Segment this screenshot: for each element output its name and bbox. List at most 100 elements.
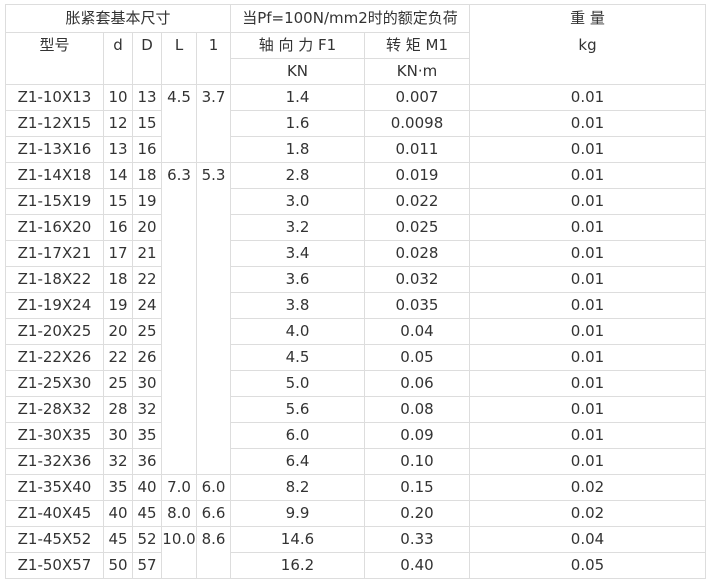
L-cell: 8.0 (161, 500, 197, 527)
axial-force-cell: 9.9 (230, 500, 365, 527)
d-cell: 45 (103, 526, 133, 553)
model-cell: Z1-16X20 (5, 214, 104, 241)
torque-cell: 0.40 (364, 552, 470, 579)
weight-cell: 0.01 (469, 292, 706, 319)
table-row: Z1-22X26 22 26 4.5 0.05 0.01 (5, 344, 706, 371)
l-cell: 6.6 (196, 500, 231, 527)
model-cell: Z1-40X45 (5, 500, 104, 527)
d-cell: 19 (103, 292, 133, 319)
L-cell: 4.5 (161, 84, 197, 163)
model-cell: Z1-35X40 (5, 474, 104, 501)
d-cell: 20 (103, 318, 133, 345)
model-cell: Z1-22X26 (5, 344, 104, 371)
header-weight: 重 量 (570, 9, 605, 27)
D-cell: 16 (132, 136, 162, 163)
D-cell: 36 (132, 448, 162, 475)
header-torque-unit: KN·m (364, 58, 470, 85)
table-row: Z1-28X32 28 32 5.6 0.08 0.01 (5, 396, 706, 423)
table-row: Z1-25X30 25 30 5.0 0.06 0.01 (5, 370, 706, 397)
header-D: D (132, 32, 162, 85)
d-cell: 25 (103, 370, 133, 397)
D-cell: 15 (132, 110, 162, 137)
axial-force-cell: 8.2 (230, 474, 365, 501)
header-row-1: 胀紧套基本尺寸 当Pf=100N/mm2时的额定负荷 重 量 kg (5, 4, 706, 85)
D-cell: 57 (132, 552, 162, 579)
D-cell: 19 (132, 188, 162, 215)
header-axial-force: 轴 向 力 F1 (230, 32, 365, 59)
axial-force-cell: 5.0 (230, 370, 365, 397)
torque-cell: 0.022 (364, 188, 470, 215)
weight-cell: 0.01 (469, 448, 706, 475)
L-cell: 6.3 (161, 162, 197, 475)
table-row: Z1-17X21 17 21 3.4 0.028 0.01 (5, 240, 706, 267)
D-cell: 30 (132, 370, 162, 397)
d-cell: 50 (103, 552, 133, 579)
d-cell: 30 (103, 422, 133, 449)
model-cell: Z1-12X15 (5, 110, 104, 137)
header-l: 1 (196, 32, 231, 85)
axial-force-cell: 14.6 (230, 526, 365, 553)
axial-force-cell: 3.4 (230, 240, 365, 267)
torque-cell: 0.15 (364, 474, 470, 501)
torque-cell: 0.007 (364, 84, 470, 111)
d-cell: 35 (103, 474, 133, 501)
D-cell: 21 (132, 240, 162, 267)
axial-force-cell: 1.4 (230, 84, 365, 111)
model-cell: Z1-50X57 (5, 552, 104, 579)
torque-cell: 0.035 (364, 292, 470, 319)
d-cell: 10 (103, 84, 133, 111)
model-cell: Z1-20X25 (5, 318, 104, 345)
table-row: Z1-19X24 19 24 3.8 0.035 0.01 (5, 292, 706, 319)
weight-cell: 0.01 (469, 188, 706, 215)
l-cell: 3.7 (196, 84, 231, 163)
table-body: 胀紧套基本尺寸 当Pf=100N/mm2时的额定负荷 重 量 kg 型号 d D… (5, 4, 706, 579)
table-row: Z1-30X35 30 35 6.0 0.09 0.01 (5, 422, 706, 449)
axial-force-cell: 2.8 (230, 162, 365, 189)
D-cell: 32 (132, 396, 162, 423)
weight-cell: 0.01 (469, 266, 706, 293)
l-cell: 5.3 (196, 162, 231, 475)
model-cell: Z1-10X13 (5, 84, 104, 111)
table-row: Z1-12X15 12 15 1.6 0.0098 0.01 (5, 110, 706, 137)
torque-cell: 0.04 (364, 318, 470, 345)
model-cell: Z1-18X22 (5, 266, 104, 293)
weight-cell: 0.01 (469, 370, 706, 397)
d-cell: 22 (103, 344, 133, 371)
axial-force-cell: 1.8 (230, 136, 365, 163)
table-row: Z1-20X25 20 25 4.0 0.04 0.01 (5, 318, 706, 345)
d-cell: 32 (103, 448, 133, 475)
axial-force-cell: 16.2 (230, 552, 365, 579)
table-row: Z1-50X57 50 57 16.2 0.40 0.05 (5, 552, 706, 579)
model-cell: Z1-25X30 (5, 370, 104, 397)
header-group-dimensions: 胀紧套基本尺寸 (5, 4, 231, 33)
d-cell: 15 (103, 188, 133, 215)
weight-cell: 0.01 (469, 136, 706, 163)
L-cell: 10.0 (161, 526, 197, 579)
d-cell: 28 (103, 396, 133, 423)
D-cell: 40 (132, 474, 162, 501)
header-axial-force-unit: KN (230, 58, 365, 85)
weight-cell: 0.01 (469, 344, 706, 371)
axial-force-cell: 5.6 (230, 396, 365, 423)
model-cell: Z1-13X16 (5, 136, 104, 163)
weight-cell: 0.01 (469, 422, 706, 449)
D-cell: 24 (132, 292, 162, 319)
axial-force-cell: 4.5 (230, 344, 365, 371)
D-cell: 18 (132, 162, 162, 189)
D-cell: 22 (132, 266, 162, 293)
model-cell: Z1-14X18 (5, 162, 104, 189)
weight-cell: 0.01 (469, 162, 706, 189)
axial-force-cell: 1.6 (230, 110, 365, 137)
model-cell: Z1-17X21 (5, 240, 104, 267)
torque-cell: 0.019 (364, 162, 470, 189)
d-cell: 17 (103, 240, 133, 267)
table-row: Z1-40X45 40 45 8.0 6.6 9.9 0.20 0.02 (5, 500, 706, 527)
torque-cell: 0.028 (364, 240, 470, 267)
d-cell: 13 (103, 136, 133, 163)
model-cell: Z1-19X24 (5, 292, 104, 319)
D-cell: 45 (132, 500, 162, 527)
d-cell: 14 (103, 162, 133, 189)
d-cell: 16 (103, 214, 133, 241)
axial-force-cell: 3.8 (230, 292, 365, 319)
header-model: 型号 (5, 32, 104, 85)
